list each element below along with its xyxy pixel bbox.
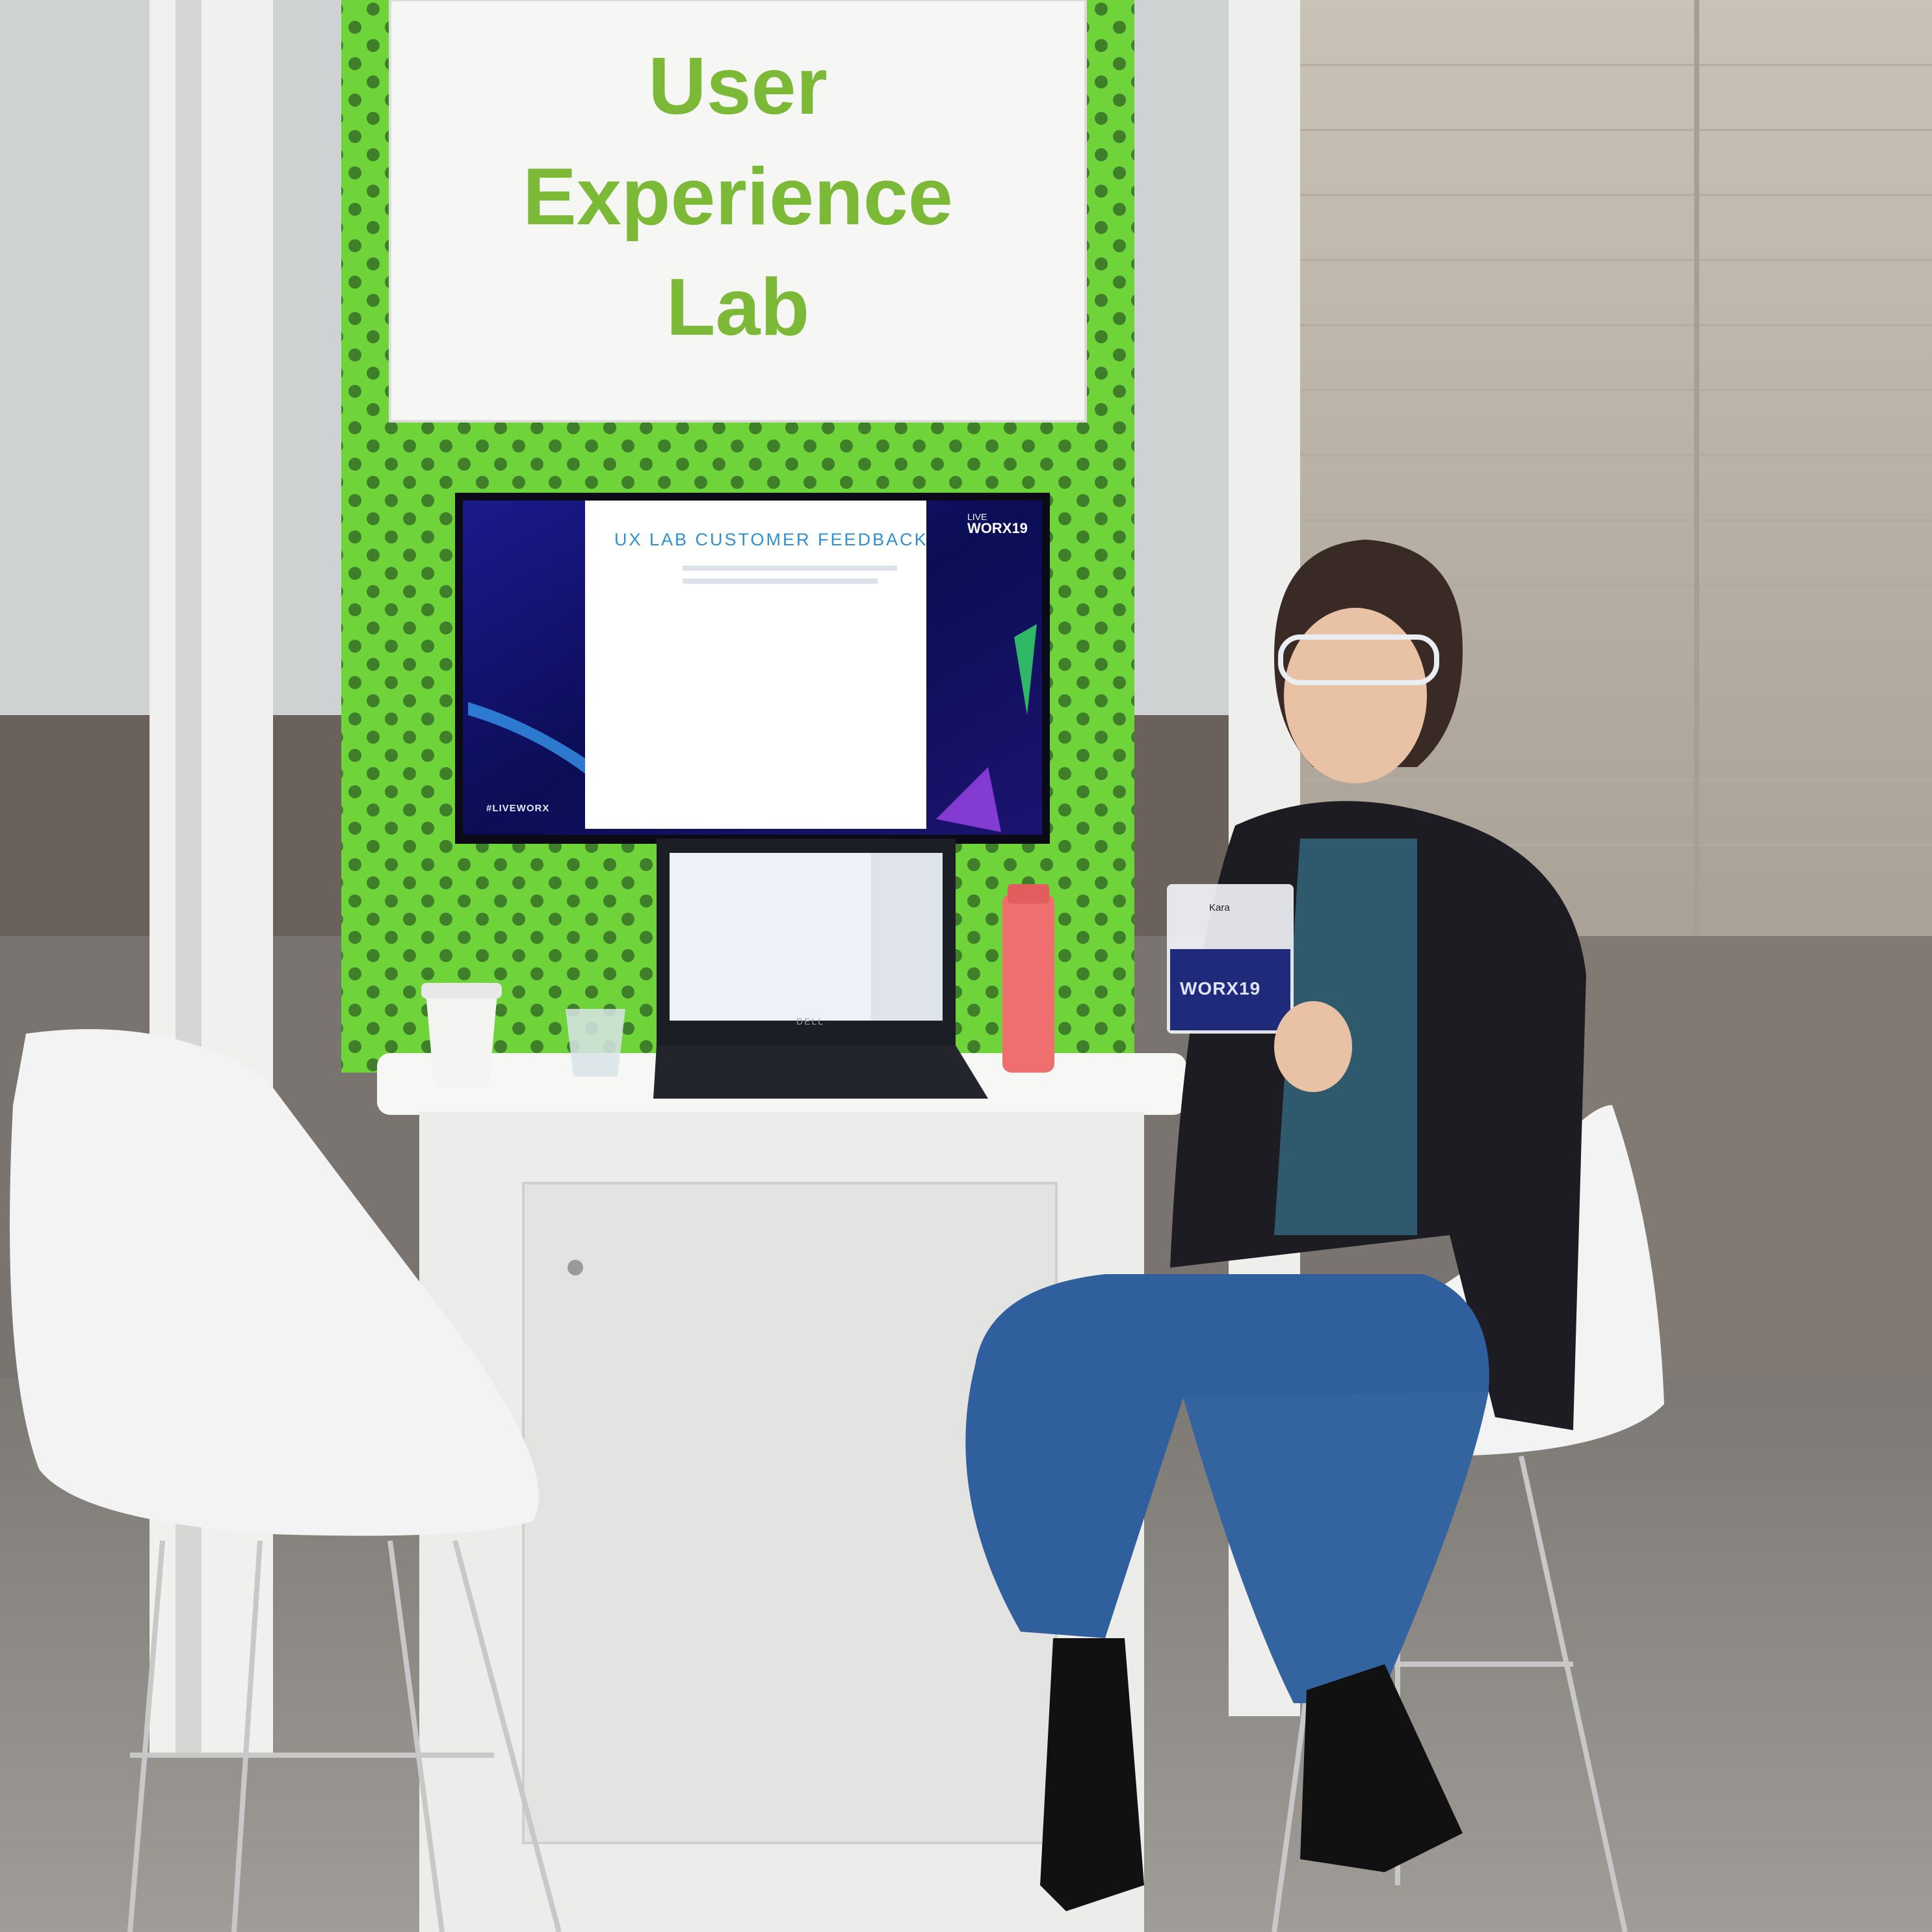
- sign-line-lab: Lab: [666, 263, 810, 352]
- photo-scene: User Experience Lab UX LAB CUSTOMER FEED…: [0, 0, 1932, 1932]
- cabinet-lock: [568, 1260, 583, 1275]
- coffee-cup: [426, 993, 497, 1087]
- tv-hashtag: #LIVEWORX: [486, 803, 550, 814]
- laptop-base: [653, 1045, 988, 1099]
- tv-logo-worx: WORX19: [967, 520, 1028, 536]
- sign-line-experience: Experience: [523, 152, 953, 242]
- water-bottle: [1002, 894, 1054, 1073]
- badge-event-logo: WORX19: [1180, 978, 1261, 999]
- sign-line-user: User: [648, 42, 828, 131]
- tv-slide-title: UX LAB CUSTOMER FEEDBACK: [614, 530, 928, 549]
- brick-wall: [1294, 0, 1932, 943]
- laptop-brand-label: DELL: [796, 1016, 825, 1026]
- tv-event-logo: LIVE WORX19: [967, 512, 1028, 536]
- badge-name-text: Kara: [1209, 902, 1230, 913]
- plastic-cup: [566, 1009, 625, 1077]
